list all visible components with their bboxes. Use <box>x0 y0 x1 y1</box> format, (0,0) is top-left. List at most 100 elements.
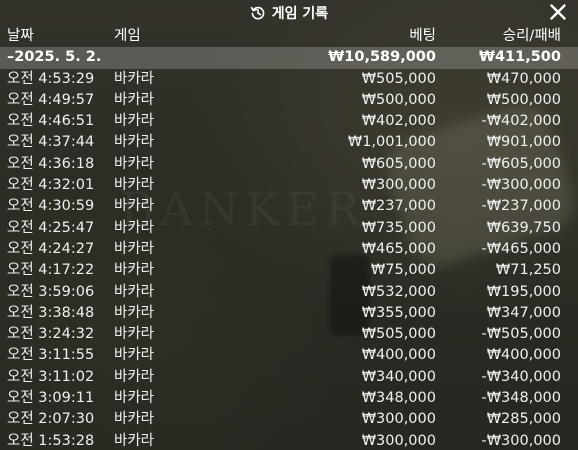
table-row[interactable]: 오전 1:53:28 바카라 ₩300,000 -₩300,000 <box>0 431 578 450</box>
row-bet: ₩735,000 <box>361 219 436 236</box>
row-time: 오전 4:49:57 <box>7 91 95 108</box>
table-row[interactable]: 오전 4:36:18 바카라 ₩605,000 -₩605,000 <box>0 154 578 175</box>
row-winloss: -₩237,000 <box>481 198 561 215</box>
row-time: 오전 4:30:59 <box>7 198 95 215</box>
row-bet: ₩340,000 <box>361 368 436 385</box>
row-time: 오전 4:46:51 <box>7 113 95 130</box>
row-time: 오전 3:09:11 <box>7 390 95 407</box>
row-time: 오전 4:25:47 <box>7 219 95 236</box>
summary-winloss-total: ₩411,500 <box>478 49 561 66</box>
game-history-window: BANKER 게임 기록 날짜 게임 베팅 승리/패배 –2025. 5. 2.… <box>0 0 578 450</box>
row-game: 바카라 <box>114 283 155 300</box>
row-bet: ₩400,000 <box>361 347 436 364</box>
row-time: 오전 4:32:01 <box>7 177 95 194</box>
row-time: 오전 4:17:22 <box>7 262 95 279</box>
row-game: 바카라 <box>114 198 155 215</box>
row-game: 바카라 <box>114 411 155 428</box>
row-game: 바카라 <box>114 432 155 449</box>
window-title: 게임 기록 <box>271 6 329 22</box>
table-row[interactable]: 오전 4:24:27 바카라 ₩465,000 -₩465,000 <box>0 239 578 260</box>
row-time: 오전 4:37:44 <box>7 134 95 151</box>
row-game: 바카라 <box>114 219 155 236</box>
row-winloss: ₩195,000 <box>486 283 561 300</box>
table-row[interactable]: 오전 4:25:47 바카라 ₩735,000 ₩639,750 <box>0 218 578 239</box>
row-game: 바카라 <box>114 240 155 257</box>
row-winloss: ₩400,000 <box>486 347 561 364</box>
row-time: 오전 3:24:32 <box>7 326 95 343</box>
row-game: 바카라 <box>114 155 155 172</box>
row-game: 바카라 <box>114 262 155 279</box>
row-bet: ₩1,001,000 <box>347 134 436 151</box>
table-row[interactable]: 오전 3:24:32 바카라 ₩505,000 -₩505,000 <box>0 324 578 345</box>
table-row[interactable]: 오전 4:53:29 바카라 ₩505,000 ₩470,000 <box>0 69 578 90</box>
row-time: 오전 2:07:30 <box>7 411 95 428</box>
row-bet: ₩348,000 <box>361 390 436 407</box>
row-game: 바카라 <box>114 390 155 407</box>
column-header-winloss[interactable]: 승리/패배 <box>503 26 561 47</box>
row-bet: ₩465,000 <box>361 240 436 257</box>
row-winloss: ₩285,000 <box>486 411 561 428</box>
table-row[interactable]: 오전 3:09:11 바카라 ₩348,000 -₩348,000 <box>0 388 578 409</box>
row-winloss: -₩605,000 <box>481 155 561 172</box>
history-table: 날짜 게임 베팅 승리/패배 –2025. 5. 2. ₩10,589,000 … <box>0 26 578 450</box>
row-bet: ₩500,000 <box>361 91 436 108</box>
row-time: 오전 3:11:02 <box>7 368 95 385</box>
column-header-game[interactable]: 게임 <box>114 26 141 47</box>
table-row[interactable]: 오전 3:59:06 바카라 ₩532,000 ₩195,000 <box>0 282 578 303</box>
row-time: 오전 3:11:55 <box>7 347 95 364</box>
column-header-bet[interactable]: 베팅 <box>409 26 436 47</box>
row-game: 바카라 <box>114 326 155 343</box>
table-row[interactable]: 오전 2:07:30 바카라 ₩300,000 ₩285,000 <box>0 409 578 430</box>
table-row[interactable]: 오전 4:37:44 바카라 ₩1,001,000 ₩901,000 <box>0 132 578 153</box>
row-bet: ₩75,000 <box>370 262 436 279</box>
row-bet: ₩505,000 <box>361 70 436 87</box>
row-game: 바카라 <box>114 368 155 385</box>
title-bar: 게임 기록 <box>0 0 578 26</box>
row-bet: ₩605,000 <box>361 155 436 172</box>
row-bet: ₩237,000 <box>361 198 436 215</box>
row-time: 오전 4:53:29 <box>7 70 95 87</box>
row-time: 오전 3:38:48 <box>7 304 95 321</box>
row-winloss: -₩300,000 <box>481 432 561 449</box>
row-time: 오전 4:24:27 <box>7 240 95 257</box>
row-winloss: -₩300,000 <box>481 177 561 194</box>
row-bet: ₩505,000 <box>361 326 436 343</box>
row-bet: ₩532,000 <box>361 283 436 300</box>
table-row[interactable]: 오전 4:49:57 바카라 ₩500,000 ₩500,000 <box>0 90 578 111</box>
row-winloss: -₩340,000 <box>481 368 561 385</box>
row-winloss: -₩348,000 <box>481 390 561 407</box>
row-winloss: ₩347,000 <box>486 304 561 321</box>
date-summary-row[interactable]: –2025. 5. 2. ₩10,589,000 ₩411,500 <box>0 47 578 69</box>
row-winloss: ₩470,000 <box>486 70 561 87</box>
row-time: 오전 3:59:06 <box>7 283 95 300</box>
row-winloss: ₩71,250 <box>495 262 561 279</box>
row-time: 오전 1:53:28 <box>7 432 95 449</box>
row-game: 바카라 <box>114 304 155 321</box>
table-row[interactable]: 오전 4:17:22 바카라 ₩75,000 ₩71,250 <box>0 260 578 281</box>
table-row[interactable]: 오전 3:38:48 바카라 ₩355,000 ₩347,000 <box>0 303 578 324</box>
row-game: 바카라 <box>114 91 155 108</box>
row-winloss: ₩639,750 <box>486 219 561 236</box>
column-header-date[interactable]: 날짜 <box>7 26 34 47</box>
row-bet: ₩300,000 <box>361 432 436 449</box>
table-row[interactable]: 오전 3:11:02 바카라 ₩340,000 -₩340,000 <box>0 367 578 388</box>
row-bet: ₩355,000 <box>361 304 436 321</box>
row-winloss: -₩465,000 <box>481 240 561 257</box>
table-row[interactable]: 오전 4:46:51 바카라 ₩402,000 -₩402,000 <box>0 111 578 132</box>
row-game: 바카라 <box>114 70 155 87</box>
row-winloss: ₩500,000 <box>486 91 561 108</box>
row-time: 오전 4:36:18 <box>7 155 95 172</box>
row-winloss: -₩505,000 <box>481 326 561 343</box>
row-game: 바카라 <box>114 177 155 194</box>
table-row[interactable]: 오전 4:32:01 바카라 ₩300,000 -₩300,000 <box>0 175 578 196</box>
row-game: 바카라 <box>114 134 155 151</box>
close-icon[interactable] <box>548 2 568 22</box>
row-game: 바카라 <box>114 347 155 364</box>
table-header: 날짜 게임 베팅 승리/패배 <box>0 26 578 47</box>
row-winloss: ₩901,000 <box>486 134 561 151</box>
table-row[interactable]: 오전 4:30:59 바카라 ₩237,000 -₩237,000 <box>0 196 578 217</box>
title-group: 게임 기록 <box>250 3 328 23</box>
summary-bet-total: ₩10,589,000 <box>328 49 436 66</box>
row-bet: ₩300,000 <box>361 177 436 194</box>
table-row[interactable]: 오전 3:11:55 바카라 ₩400,000 ₩400,000 <box>0 345 578 366</box>
